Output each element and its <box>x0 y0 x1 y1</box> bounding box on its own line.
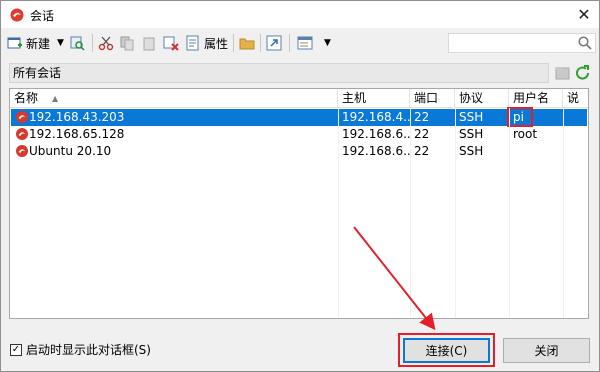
session-port: 22 <box>414 144 430 158</box>
session-protocol: SSH <box>459 110 484 124</box>
connect-button[interactable]: 连接(C) <box>403 338 490 363</box>
startup-checkbox[interactable]: ✓ <box>10 343 22 356</box>
column-divider <box>563 108 564 318</box>
connect-button-label: 连接(C) <box>425 344 468 358</box>
shortcut-button[interactable] <box>266 32 282 54</box>
delete-button[interactable] <box>163 32 179 54</box>
search-icon[interactable] <box>578 36 592 50</box>
session-description <box>563 143 587 160</box>
session-list: 名称▲ 主机 端口 协议 用户名 说明 192.168.43.203 192.1… <box>9 88 589 319</box>
session-description <box>563 126 587 143</box>
chevron-down-icon: ▼ <box>324 38 331 48</box>
copy-icon <box>120 36 134 51</box>
refresh-icon[interactable] <box>574 65 592 81</box>
properties-button[interactable]: 属性 <box>185 32 228 54</box>
properties-label: 属性 <box>204 36 229 51</box>
session-protocol: SSH <box>459 144 484 158</box>
sort-ascending-icon: ▲ <box>52 94 59 103</box>
session-port: 22 <box>414 110 430 124</box>
folder-icon <box>239 38 255 50</box>
toolbar-separator <box>233 34 234 52</box>
column-header-protocol[interactable]: 协议 <box>455 89 509 108</box>
session-path-bar: 所有会话 <box>9 63 549 83</box>
toolbar-separator <box>289 34 290 52</box>
paste-icon <box>143 37 155 51</box>
cut-button[interactable] <box>98 32 114 54</box>
folder-up-icon[interactable] <box>554 65 572 81</box>
search-input[interactable] <box>448 33 596 53</box>
session-description <box>563 109 587 126</box>
session-username <box>509 143 563 160</box>
delete-icon <box>163 36 179 51</box>
column-divider <box>338 108 339 318</box>
column-header-description[interactable]: 说明 <box>563 89 589 124</box>
column-header-name[interactable]: 名称 ▲ <box>10 89 338 108</box>
close-button-label: 关闭 <box>534 344 559 358</box>
open-folder-button[interactable] <box>69 32 85 54</box>
session-protocol: SSH <box>459 127 484 141</box>
toolbar-separator <box>92 34 93 52</box>
path-text: 所有会话 <box>13 66 62 80</box>
table-row[interactable]: 192.168.43.203 192.168.4... 22 SSH pi <box>11 109 587 126</box>
scissors-icon <box>98 36 114 51</box>
new-session-button[interactable]: 新建 <box>7 32 50 54</box>
toolbar: 新建 ▼ 属性 ▼ <box>1 29 599 57</box>
session-username: pi <box>513 110 524 124</box>
window-title: 会话 <box>30 9 55 23</box>
column-divider <box>455 108 456 318</box>
column-divider <box>410 108 411 318</box>
table-row[interactable]: Ubuntu 20.10 192.168.6... 22 SSH <box>11 143 587 160</box>
chevron-down-icon: ▼ <box>57 38 64 48</box>
folder-button[interactable] <box>239 32 255 54</box>
new-dropdown-button[interactable]: ▼ <box>57 32 64 54</box>
session-name: Ubuntu 20.10 <box>29 144 112 158</box>
new-session-label: 新建 <box>26 36 51 51</box>
column-divider <box>509 108 510 318</box>
properties-search-icon <box>70 36 85 51</box>
session-host: 192.168.4... <box>342 110 410 124</box>
view-button[interactable]: ▼ <box>297 32 331 54</box>
list-header: 名称▲ 主机 端口 协议 用户名 说明 <box>10 89 589 124</box>
startup-checkbox-label: 启动时显示此对话框(S) <box>26 343 151 357</box>
properties-icon <box>186 35 199 51</box>
table-row[interactable]: 192.168.65.128 192.168.6... 22 SSH root <box>11 126 587 143</box>
title-bar: 会话 ✕ <box>1 1 599 28</box>
shortcut-arrow-icon <box>266 35 282 51</box>
column-header-host[interactable]: 主机 <box>338 89 410 108</box>
copy-button[interactable] <box>119 32 135 54</box>
close-button[interactable]: 关闭 <box>503 338 590 363</box>
paste-button[interactable] <box>141 32 157 54</box>
session-host: 192.168.6... <box>342 127 410 141</box>
column-header-port[interactable]: 端口 <box>410 89 455 108</box>
startup-checkbox-row[interactable]: ✓ 启动时显示此对话框(S) <box>10 341 151 358</box>
session-port: 22 <box>414 127 430 141</box>
session-username: root <box>513 127 538 141</box>
session-host: 192.168.6... <box>342 144 410 158</box>
new-session-icon <box>7 37 22 49</box>
session-name: 192.168.65.128 <box>29 127 125 141</box>
session-name: 192.168.43.203 <box>29 110 125 124</box>
sessions-dialog: 会话 ✕ 新建 ▼ 属性 ▼ 所有会话 名称 ▲ 主机 端口 协议 用户名 说 … <box>0 0 600 372</box>
xshell-logo-icon <box>10 8 24 22</box>
view-list-icon <box>297 36 313 50</box>
toolbar-separator <box>260 34 261 52</box>
close-window-button[interactable]: ✕ <box>569 1 599 28</box>
column-header-username[interactable]: 用户名 <box>509 89 563 108</box>
